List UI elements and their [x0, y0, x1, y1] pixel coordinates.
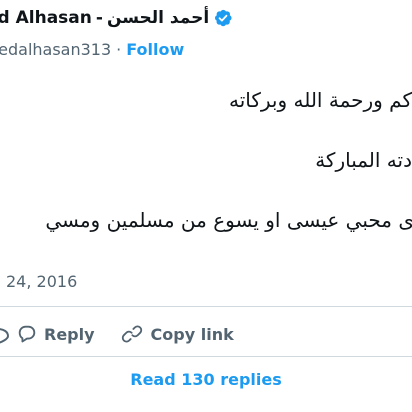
author-name-row: ed Alhasan - أحمد الحسن — [0, 2, 233, 34]
author-name-ar[interactable]: أحمد الحسن — [107, 8, 209, 28]
copy-link-button[interactable]: Copy link — [121, 323, 234, 345]
tweet-text-line-3: ى محبي عيسى او يسوع من مسلمين ومسي — [45, 208, 412, 232]
read-replies-label: Read 130 replies — [130, 369, 282, 389]
handle-dot-separator: · — [116, 40, 122, 59]
author-handle-row: nedalhasan313 · Follow — [0, 40, 184, 59]
tweet-actions: Reply Copy link — [0, 318, 234, 350]
follow-button[interactable]: Follow — [126, 40, 184, 59]
tweet-date[interactable]: 24, 2016 — [0, 272, 77, 291]
tweet-text-line-2: دته المباركة — [315, 148, 412, 172]
read-replies-button[interactable]: Read 130 replies — [0, 364, 412, 394]
reply-button[interactable]: Reply — [16, 323, 95, 345]
author-handle[interactable]: nedalhasan313 — [0, 40, 111, 59]
name-separator: - — [95, 8, 103, 28]
divider-top — [0, 306, 412, 307]
author-name-en[interactable]: ed Alhasan — [0, 8, 92, 28]
copy-link-label: Copy link — [150, 324, 234, 344]
reply-bubble-icon — [18, 325, 36, 343]
tweet-date-text: 24, 2016 — [6, 272, 78, 291]
reply-label: Reply — [44, 324, 95, 344]
verified-badge-icon — [215, 9, 232, 27]
link-icon — [121, 325, 142, 343]
like-heart-icon[interactable] — [0, 323, 12, 345]
divider-bottom — [0, 356, 412, 357]
tweet-text-line-1: كم ورحمة الله وبركاته — [228, 88, 412, 112]
